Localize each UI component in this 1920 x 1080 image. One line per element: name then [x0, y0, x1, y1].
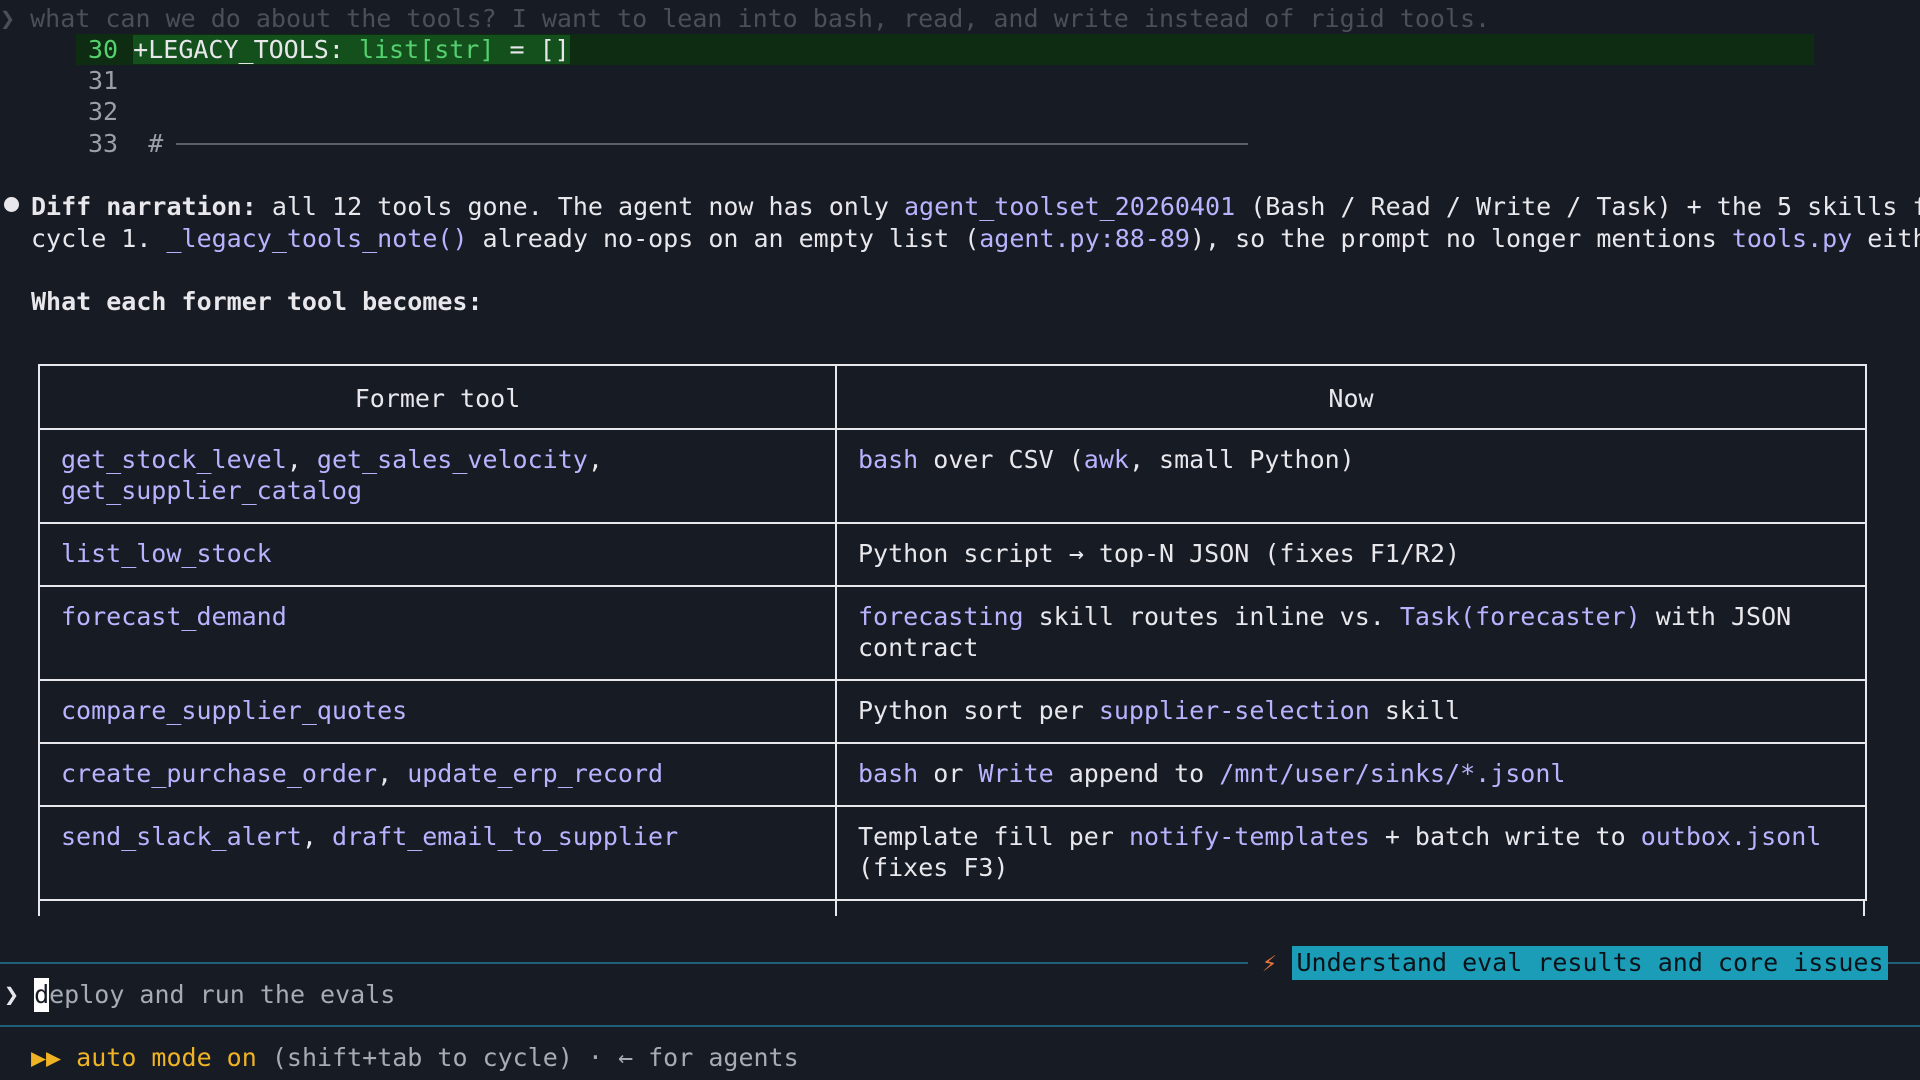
- table-row-cut-right: [1863, 900, 1865, 916]
- cell-text: skill: [1369, 695, 1461, 725]
- auto-mode-label: auto mode on: [76, 1043, 257, 1072]
- mode-hint: (shift+tab to cycle) · ← for agents: [256, 1043, 799, 1072]
- input-bottom-divider: [0, 1025, 1920, 1027]
- mode-footer[interactable]: ▶▶ auto mode on (shift+tab to cycle) · ←…: [31, 1041, 799, 1075]
- bullet-icon: [4, 197, 19, 212]
- diff-line-32: 32: [88, 97, 119, 126]
- code-reference[interactable]: supplier-selection: [1099, 696, 1370, 725]
- diff-comment-rule: [176, 143, 1248, 145]
- code-reference[interactable]: Write: [978, 759, 1053, 788]
- text-cursor: d: [34, 978, 49, 1012]
- legacy-note-link[interactable]: _legacy_tools_note(): [166, 224, 467, 253]
- cell-text: over CSV (: [918, 444, 1084, 474]
- input-top-divider-left: [0, 962, 1248, 964]
- cell-text: + batch write to: [1369, 821, 1641, 851]
- cell-text: Python sort per: [858, 695, 1099, 725]
- table-row: forecast_demand forecasting skill routes …: [38, 584, 1867, 681]
- table-row: list_low_stock Python script → top-N JSON…: [38, 521, 1867, 587]
- toolset-link[interactable]: agent_toolset_20260401: [904, 192, 1235, 221]
- diff-narration: Diff narration: all 12 tools gone. The a…: [31, 192, 1920, 253]
- code-reference[interactable]: forecast_demand: [61, 602, 287, 631]
- tools-py-link[interactable]: tools.py: [1732, 224, 1852, 253]
- bolt-icon: ⚡: [1262, 948, 1278, 977]
- cell-text: Python script → top-N JSON (fixes F1/R2): [858, 538, 1461, 568]
- code-reference[interactable]: notify-templates: [1129, 822, 1370, 851]
- cell-text: ,: [301, 821, 332, 851]
- cell-text: ,: [377, 758, 408, 788]
- cell-text: skill routes inline vs.: [1023, 601, 1400, 631]
- cell-text: (fixes F3): [858, 853, 1009, 882]
- table-row-cut-left: [38, 900, 40, 916]
- code-reference[interactable]: compare_supplier_quotes: [61, 696, 407, 725]
- status-pill[interactable]: Understand eval results and core issues: [1292, 946, 1888, 980]
- former-tool-cell: create_purchase_order, update_erp_record: [38, 741, 837, 807]
- now-cell: Python script → top-N JSON (fixes F1/R2): [835, 521, 1867, 587]
- cell-text: ,: [587, 444, 603, 474]
- agent-py-link[interactable]: agent.py:88-89: [979, 224, 1190, 253]
- diff-line-33: 33 #: [88, 129, 164, 158]
- code-reference[interactable]: awk: [1084, 445, 1129, 474]
- code-reference[interactable]: update_erp_record: [407, 759, 663, 788]
- previous-prompt: ❯ what can we do about the tools? I want…: [0, 4, 1491, 33]
- now-cell: forecasting skill routes inline vs. Task…: [835, 584, 1867, 681]
- fast-forward-icon: ▶▶: [31, 1043, 62, 1072]
- code-reference[interactable]: outbox.jsonl: [1641, 822, 1822, 851]
- former-tool-cell: get_stock_level, get_sales_velocity, get…: [38, 427, 837, 524]
- table-row: compare_supplier_quotes Python sort per s…: [38, 678, 1867, 744]
- code-reference[interactable]: draft_email_to_supplier: [332, 822, 678, 851]
- code-reference[interactable]: list_low_stock: [61, 539, 272, 568]
- prompt-input[interactable]: ❯ deploy and run the evals: [4, 978, 395, 1012]
- former-tool-cell: send_slack_alert, draft_email_to_supplie…: [38, 804, 837, 901]
- former-tool-cell: compare_supplier_quotes: [38, 678, 837, 744]
- code-reference[interactable]: get_stock_level: [61, 445, 287, 474]
- code-reference[interactable]: get_sales_velocity: [317, 445, 588, 474]
- table-row: send_slack_alert, draft_email_to_supplie…: [38, 804, 1867, 901]
- cell-text: append to: [1053, 758, 1220, 788]
- tools-mapping-table: Former tool Now get_stock_level, get_sal…: [38, 364, 1867, 901]
- code-reference[interactable]: get_supplier_catalog: [61, 476, 362, 505]
- table-row: get_stock_level, get_sales_velocity, get…: [38, 427, 1867, 524]
- table-row-cut-mid: [835, 900, 837, 916]
- prompt-symbol: ❯: [4, 980, 20, 1009]
- cell-text: Template fill per: [858, 821, 1129, 851]
- header-now: Now: [835, 364, 1867, 430]
- subheading: What each former tool becomes:: [31, 287, 483, 316]
- line-number: 30: [88, 35, 119, 64]
- cell-text: ,: [286, 444, 317, 474]
- diff-added-text: +LEGACY_TOOLS: list[str] = []: [133, 35, 570, 64]
- code-reference[interactable]: /mnt/user/sinks/*.jsonl: [1219, 759, 1565, 788]
- now-cell: bash or Write append to /mnt/user/sinks/…: [835, 741, 1867, 807]
- table-header-row: Former tool Now: [38, 364, 1867, 430]
- diff-line-30: 30 +LEGACY_TOOLS: list[str] = []: [88, 34, 570, 65]
- table-row: create_purchase_order, update_erp_record…: [38, 741, 1867, 807]
- input-top-divider-right: [1888, 962, 1920, 964]
- code-reference[interactable]: Task(forecaster): [1400, 602, 1641, 631]
- now-cell: bash over CSV (awk, small Python): [835, 427, 1867, 524]
- code-reference[interactable]: forecasting: [858, 602, 1024, 631]
- code-reference[interactable]: bash: [858, 759, 918, 788]
- diff-line-31: 31: [88, 66, 119, 95]
- cell-text: , small Python): [1128, 444, 1355, 474]
- code-reference[interactable]: bash: [858, 445, 918, 474]
- now-cell: Template fill per notify-templates + bat…: [835, 804, 1867, 901]
- former-tool-cell: list_low_stock: [38, 521, 837, 587]
- input-placeholder: eploy and run the evals: [49, 980, 396, 1009]
- code-reference[interactable]: create_purchase_order: [61, 759, 377, 788]
- code-reference[interactable]: send_slack_alert: [61, 822, 302, 851]
- cell-text: or: [918, 758, 979, 788]
- now-cell: Python sort per supplier-selection skill: [835, 678, 1867, 744]
- former-tool-cell: forecast_demand: [38, 584, 837, 681]
- header-former-tool: Former tool: [38, 364, 837, 430]
